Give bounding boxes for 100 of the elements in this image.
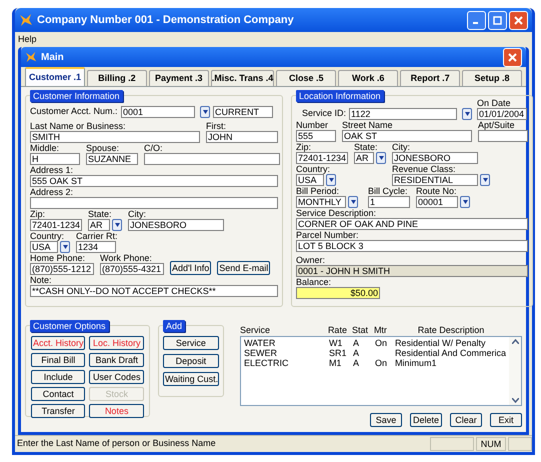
tab[interactable]: Close .5 bbox=[276, 70, 336, 86]
group-title: Location Information bbox=[296, 90, 384, 102]
scrollbar[interactable] bbox=[509, 337, 521, 405]
tab[interactable]: Setup .8 bbox=[462, 70, 522, 86]
minimize-button[interactable] bbox=[467, 10, 486, 30]
form-button[interactable]: Save bbox=[370, 413, 402, 427]
dropdown-button[interactable] bbox=[348, 196, 358, 208]
text-field[interactable]: USA bbox=[296, 174, 324, 186]
text-field[interactable]: 1122 bbox=[349, 108, 458, 120]
text-field[interactable]: 1 bbox=[368, 196, 410, 208]
text-field[interactable]: 72401-1234 bbox=[296, 152, 348, 164]
text-field[interactable]: AR bbox=[88, 218, 110, 230]
field-label: Zip: bbox=[30, 210, 46, 218]
field-label: Service Description: bbox=[296, 209, 378, 218]
form-button[interactable]: Waiting Cust. bbox=[162, 372, 219, 386]
tab[interactable]: Work .6 bbox=[338, 70, 398, 86]
form-button[interactable]: Delete bbox=[410, 413, 442, 427]
dropdown-button[interactable] bbox=[462, 108, 472, 120]
field-label: Country: bbox=[30, 232, 66, 240]
field-label: Country: bbox=[296, 165, 332, 174]
text-field[interactable]: SMITH bbox=[30, 130, 200, 142]
app-icon bbox=[19, 13, 33, 27]
field-label: Parcel Number: bbox=[296, 231, 360, 240]
dropdown-button[interactable] bbox=[480, 174, 490, 186]
text-field[interactable]: (870)555-4321 bbox=[100, 262, 164, 274]
form-button[interactable]: Acct. History bbox=[31, 336, 86, 350]
dropdown-button[interactable] bbox=[60, 240, 70, 252]
form-button[interactable]: Transfer bbox=[31, 404, 86, 418]
field-label: Balance: bbox=[296, 278, 332, 287]
text-field[interactable]: (870)555-1212 bbox=[30, 262, 94, 274]
form-button[interactable]: Exit bbox=[490, 413, 522, 427]
scroll-up-icon[interactable] bbox=[512, 339, 518, 344]
text-field[interactable]: SUZANNE bbox=[86, 152, 138, 164]
text-field[interactable]: JONESBORO bbox=[392, 152, 478, 164]
field-label: State: bbox=[88, 210, 113, 218]
text-field[interactable]: LOT 5 BLOCK 3 bbox=[296, 240, 528, 252]
scroll-down-icon[interactable] bbox=[512, 398, 518, 403]
form-button[interactable]: Clear bbox=[450, 413, 482, 427]
text-field[interactable]: CURRENT bbox=[213, 106, 273, 118]
table-cell: Residential And Commerica bbox=[394, 348, 506, 358]
field-label: Street Name bbox=[342, 121, 394, 130]
form-button[interactable]: Notes bbox=[89, 404, 144, 418]
text-field[interactable]: OAK ST bbox=[342, 130, 472, 142]
text-field[interactable] bbox=[30, 196, 278, 208]
dropdown-button[interactable] bbox=[460, 196, 470, 208]
text-field[interactable]: JONESBORO bbox=[128, 218, 224, 230]
dropdown-button[interactable] bbox=[376, 152, 386, 164]
close-button[interactable] bbox=[509, 10, 528, 30]
field-label: First: bbox=[206, 122, 227, 130]
form-button[interactable]: Bank Draft bbox=[89, 353, 144, 367]
table-cell-text: Residential W/ Penalty bbox=[394, 338, 486, 348]
maximize-button[interactable] bbox=[488, 10, 507, 30]
form-button[interactable]: Final Bill bbox=[31, 353, 86, 367]
text-field[interactable]: AR bbox=[354, 152, 374, 164]
text-field[interactable] bbox=[144, 152, 280, 164]
tab[interactable]: .Misc. Trans .4 bbox=[210, 70, 274, 86]
tab[interactable]: Payment .3 bbox=[148, 70, 209, 86]
table-cell-text: SR1 bbox=[328, 348, 348, 358]
text-field[interactable] bbox=[478, 130, 528, 142]
form-button[interactable]: User Codes bbox=[89, 370, 144, 384]
text-field[interactable]: 72401-1234 bbox=[30, 218, 82, 230]
form-button[interactable]: Send E-mail bbox=[217, 260, 270, 274]
form-button[interactable]: Add'l Info bbox=[170, 260, 212, 274]
menu-item[interactable]: Help bbox=[18, 34, 37, 44]
text-field[interactable]: 00001 bbox=[416, 196, 458, 208]
dropdown-button[interactable] bbox=[326, 174, 336, 186]
text-field[interactable]: USA bbox=[30, 240, 58, 252]
text-field[interactable]: 01/01/2004 bbox=[477, 108, 528, 120]
text-field[interactable]: 555 bbox=[296, 130, 336, 142]
text-field[interactable]: CORNER OF OAK AND PINE bbox=[296, 218, 528, 230]
tab[interactable]: Customer .1 bbox=[25, 67, 85, 86]
text-field[interactable]: 1234 bbox=[76, 240, 116, 252]
text-field[interactable]: 0001 - JOHN H SMITH bbox=[296, 265, 528, 277]
table-cell-text: WATER bbox=[244, 338, 276, 348]
field-label: Middle: bbox=[30, 144, 60, 152]
maximize-icon bbox=[493, 16, 502, 24]
text-field[interactable]: 0001 bbox=[121, 106, 195, 118]
dropdown-button[interactable] bbox=[200, 106, 210, 118]
form-button[interactable]: Contact bbox=[31, 387, 86, 401]
close-button[interactable] bbox=[503, 48, 522, 66]
form-button[interactable]: Service bbox=[162, 336, 219, 350]
text-field[interactable]: **CASH ONLY--DO NOT ACCEPT CHECKS** bbox=[30, 284, 278, 296]
tab[interactable]: Billing .2 bbox=[86, 70, 147, 86]
field-label: Route No: bbox=[416, 187, 458, 196]
text-field[interactable]: H bbox=[30, 152, 80, 164]
tab[interactable]: Report .7 bbox=[400, 70, 460, 86]
text-field[interactable]: $50.00 bbox=[296, 287, 380, 299]
text-field[interactable]: 555 OAK ST bbox=[30, 174, 278, 186]
form-button[interactable]: Loc. History bbox=[89, 336, 144, 350]
text-field[interactable]: MONTHLY bbox=[296, 196, 346, 208]
text-field[interactable]: JOHN bbox=[206, 130, 278, 142]
field-label: Revenue Class: bbox=[392, 165, 457, 174]
form-button[interactable]: Include bbox=[31, 370, 86, 384]
minimize-icon bbox=[473, 22, 478, 24]
form-button[interactable]: Deposit bbox=[162, 354, 219, 368]
text-field[interactable]: RESIDENTIAL bbox=[392, 174, 478, 186]
caret-icon bbox=[482, 178, 488, 182]
close-icon bbox=[508, 52, 517, 62]
field-label: Carrier Rt: bbox=[76, 232, 116, 240]
dropdown-button[interactable] bbox=[112, 218, 122, 230]
